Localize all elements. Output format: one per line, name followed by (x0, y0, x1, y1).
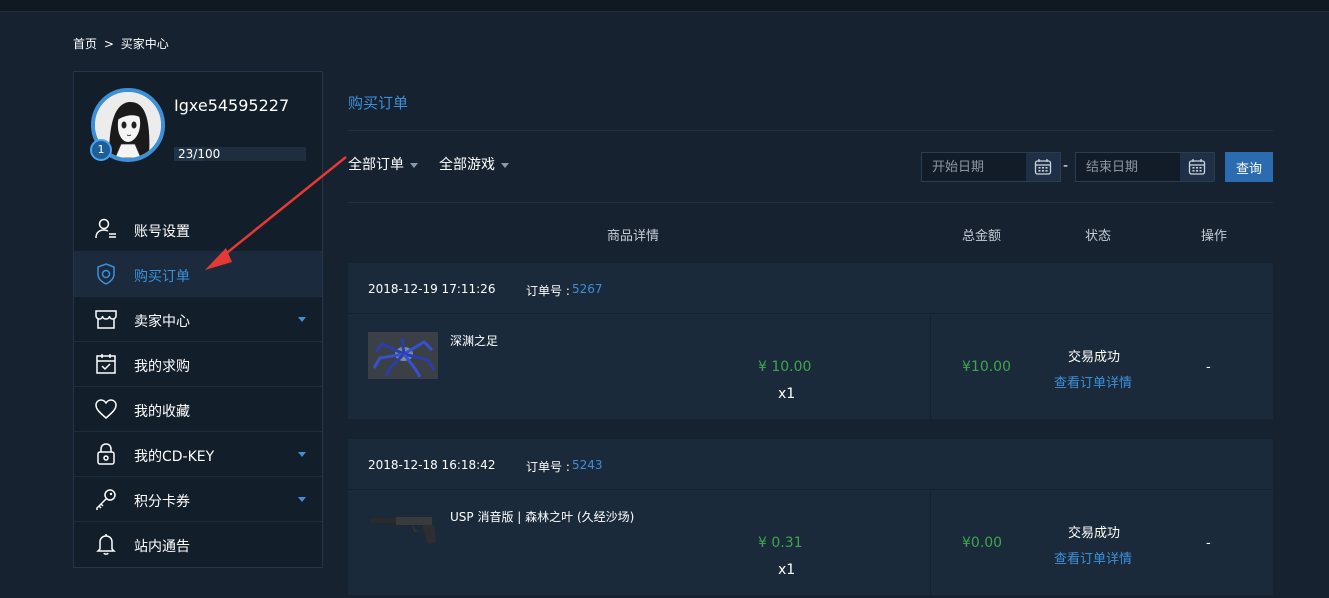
lock-icon (97, 443, 115, 465)
end-date-picker (1075, 152, 1215, 182)
order-item-row: USP 消音版 | 森林之叶 (久经沙场) ¥ 0.31 x1 ¥0.00 交易… (348, 491, 1273, 595)
column-separator (930, 491, 931, 595)
column-header-status: 状态 (1085, 229, 1112, 244)
sidebar-item-label: 卖家中心 (134, 314, 190, 330)
order-header: 2018-12-19 17:11:26 订单号 : 5267 (348, 263, 1273, 314)
column-header-action: 操作 (1201, 229, 1228, 244)
date-range-separator: - (1063, 158, 1069, 174)
sidebar-item-label: 积分卡券 (134, 494, 190, 510)
chevron-down-icon (410, 162, 418, 168)
item-quantity: x1 (778, 386, 796, 402)
breadcrumb-home-link[interactable]: 首页 (73, 37, 97, 51)
order-action: - (1206, 536, 1211, 551)
item-price: ¥ 10.00 (758, 359, 812, 375)
order-item-row: 深渊之足 ¥ 10.00 x1 ¥10.00 交易成功 查看订单详情 - (348, 315, 1273, 419)
order-card: 2018-12-19 17:11:26 订单号 : 5267 深渊之足 ¥ 10… (348, 263, 1273, 419)
breadcrumb-separator: > (103, 37, 114, 51)
column-separator (930, 315, 931, 419)
chevron-down-icon[interactable] (298, 317, 306, 322)
sidebar-item-points-coupons[interactable]: 积分卡券 (74, 477, 322, 522)
order-status: 交易成功 (1068, 350, 1121, 365)
sidebar-menu: 账号设置 购买订单 卖家中心 我的求购 我的收藏 我的CD-KEY 积分卡券 站… (74, 207, 322, 567)
column-header-total: 总金额 (962, 229, 1002, 244)
key-icon (96, 489, 116, 510)
item-name[interactable]: 深渊之足 (450, 332, 498, 349)
filter-divider (348, 202, 1273, 203)
username: Igxe54595227 (174, 96, 290, 115)
order-total: ¥0.00 (962, 535, 1003, 551)
bell-icon (96, 534, 116, 555)
sidebar-item-label: 站内通告 (134, 539, 190, 555)
item-image (368, 508, 438, 555)
calendar-icon (1188, 159, 1206, 175)
view-order-details-link[interactable]: 查看订单详情 (1054, 372, 1132, 391)
order-type-filter-label: 全部订单 (348, 157, 404, 173)
page-title: 购买订单 (348, 94, 409, 112)
item-thumbnail[interactable] (368, 508, 438, 555)
item-thumbnail[interactable] (368, 332, 438, 379)
sidebar-item-label: 我的收藏 (134, 404, 190, 420)
end-date-calendar-button[interactable] (1180, 153, 1214, 181)
order-number[interactable]: 5267 (572, 282, 603, 296)
calendar-icon (1034, 159, 1052, 175)
breadcrumb: 首页 > 买家中心 (73, 35, 172, 52)
order-type-filter[interactable]: 全部订单 (348, 154, 418, 174)
query-button[interactable]: 查询 (1225, 152, 1273, 182)
title-divider (348, 130, 1273, 131)
order-time: 2018-12-19 17:11:26 (368, 282, 496, 296)
order-header: 2018-12-18 16:18:42 订单号 : 5243 (348, 439, 1273, 490)
sidebar-item-my-requests[interactable]: 我的求购 (74, 342, 322, 387)
order-number[interactable]: 5243 (572, 458, 603, 472)
main-content: 购买订单 全部订单 全部游戏 - (348, 71, 1273, 598)
sidebar: 1 Igxe54595227 23/100 账号设置 购买订单 卖家中心 我的求… (73, 71, 323, 568)
store-icon (95, 310, 117, 329)
game-filter-label: 全部游戏 (439, 157, 495, 173)
sidebar-item-label: 账号设置 (134, 224, 190, 240)
calendar-check-icon (96, 354, 116, 374)
user-settings-icon (95, 218, 116, 239)
order-total: ¥10.00 (962, 359, 1011, 375)
item-quantity: x1 (778, 562, 796, 578)
order-number-label: 订单号 : (526, 284, 570, 298)
level-badge: 1 (90, 139, 112, 161)
end-date-input[interactable] (1076, 153, 1180, 181)
view-order-details-link[interactable]: 查看订单详情 (1054, 548, 1132, 567)
sidebar-item-cd-key[interactable]: 我的CD-KEY (74, 432, 322, 477)
sidebar-item-label: 购买订单 (134, 269, 190, 285)
chevron-down-icon[interactable] (298, 452, 306, 457)
sidebar-item-seller-center[interactable]: 卖家中心 (74, 297, 322, 342)
xp-text: 23/100 (178, 147, 221, 161)
item-name[interactable]: USP 消音版 | 森林之叶 (久经沙场) (450, 508, 634, 525)
chevron-down-icon[interactable] (298, 497, 306, 502)
order-action: - (1206, 360, 1211, 375)
heart-icon (95, 399, 117, 419)
order-time: 2018-12-18 16:18:42 (368, 458, 496, 472)
sidebar-item-label: 我的求购 (134, 359, 190, 375)
order-status: 交易成功 (1068, 526, 1121, 541)
order-card: 2018-12-18 16:18:42 订单号 : 5243 USP 消音版 |… (348, 439, 1273, 595)
user-profile: 1 Igxe54595227 23/100 (74, 72, 322, 202)
game-filter[interactable]: 全部游戏 (439, 154, 509, 174)
sidebar-item-purchase-orders[interactable]: 购买订单 (74, 252, 322, 297)
start-date-picker (921, 152, 1061, 182)
column-header-details: 商品详情 (607, 229, 660, 244)
item-price: ¥ 0.31 (758, 535, 803, 551)
start-date-input[interactable] (922, 153, 1026, 181)
order-number-label: 订单号 : (526, 460, 570, 474)
sidebar-item-account-settings[interactable]: 账号设置 (74, 207, 322, 252)
item-image (368, 332, 438, 379)
sidebar-item-label: 我的CD-KEY (134, 449, 215, 465)
chevron-down-icon (501, 162, 509, 168)
breadcrumb-current: 买家中心 (120, 37, 169, 51)
top-bar (0, 0, 1329, 12)
sidebar-item-notices[interactable]: 站内通告 (74, 522, 322, 567)
sidebar-item-favorites[interactable]: 我的收藏 (74, 387, 322, 432)
start-date-calendar-button[interactable] (1026, 153, 1060, 181)
shield-icon (97, 263, 115, 285)
